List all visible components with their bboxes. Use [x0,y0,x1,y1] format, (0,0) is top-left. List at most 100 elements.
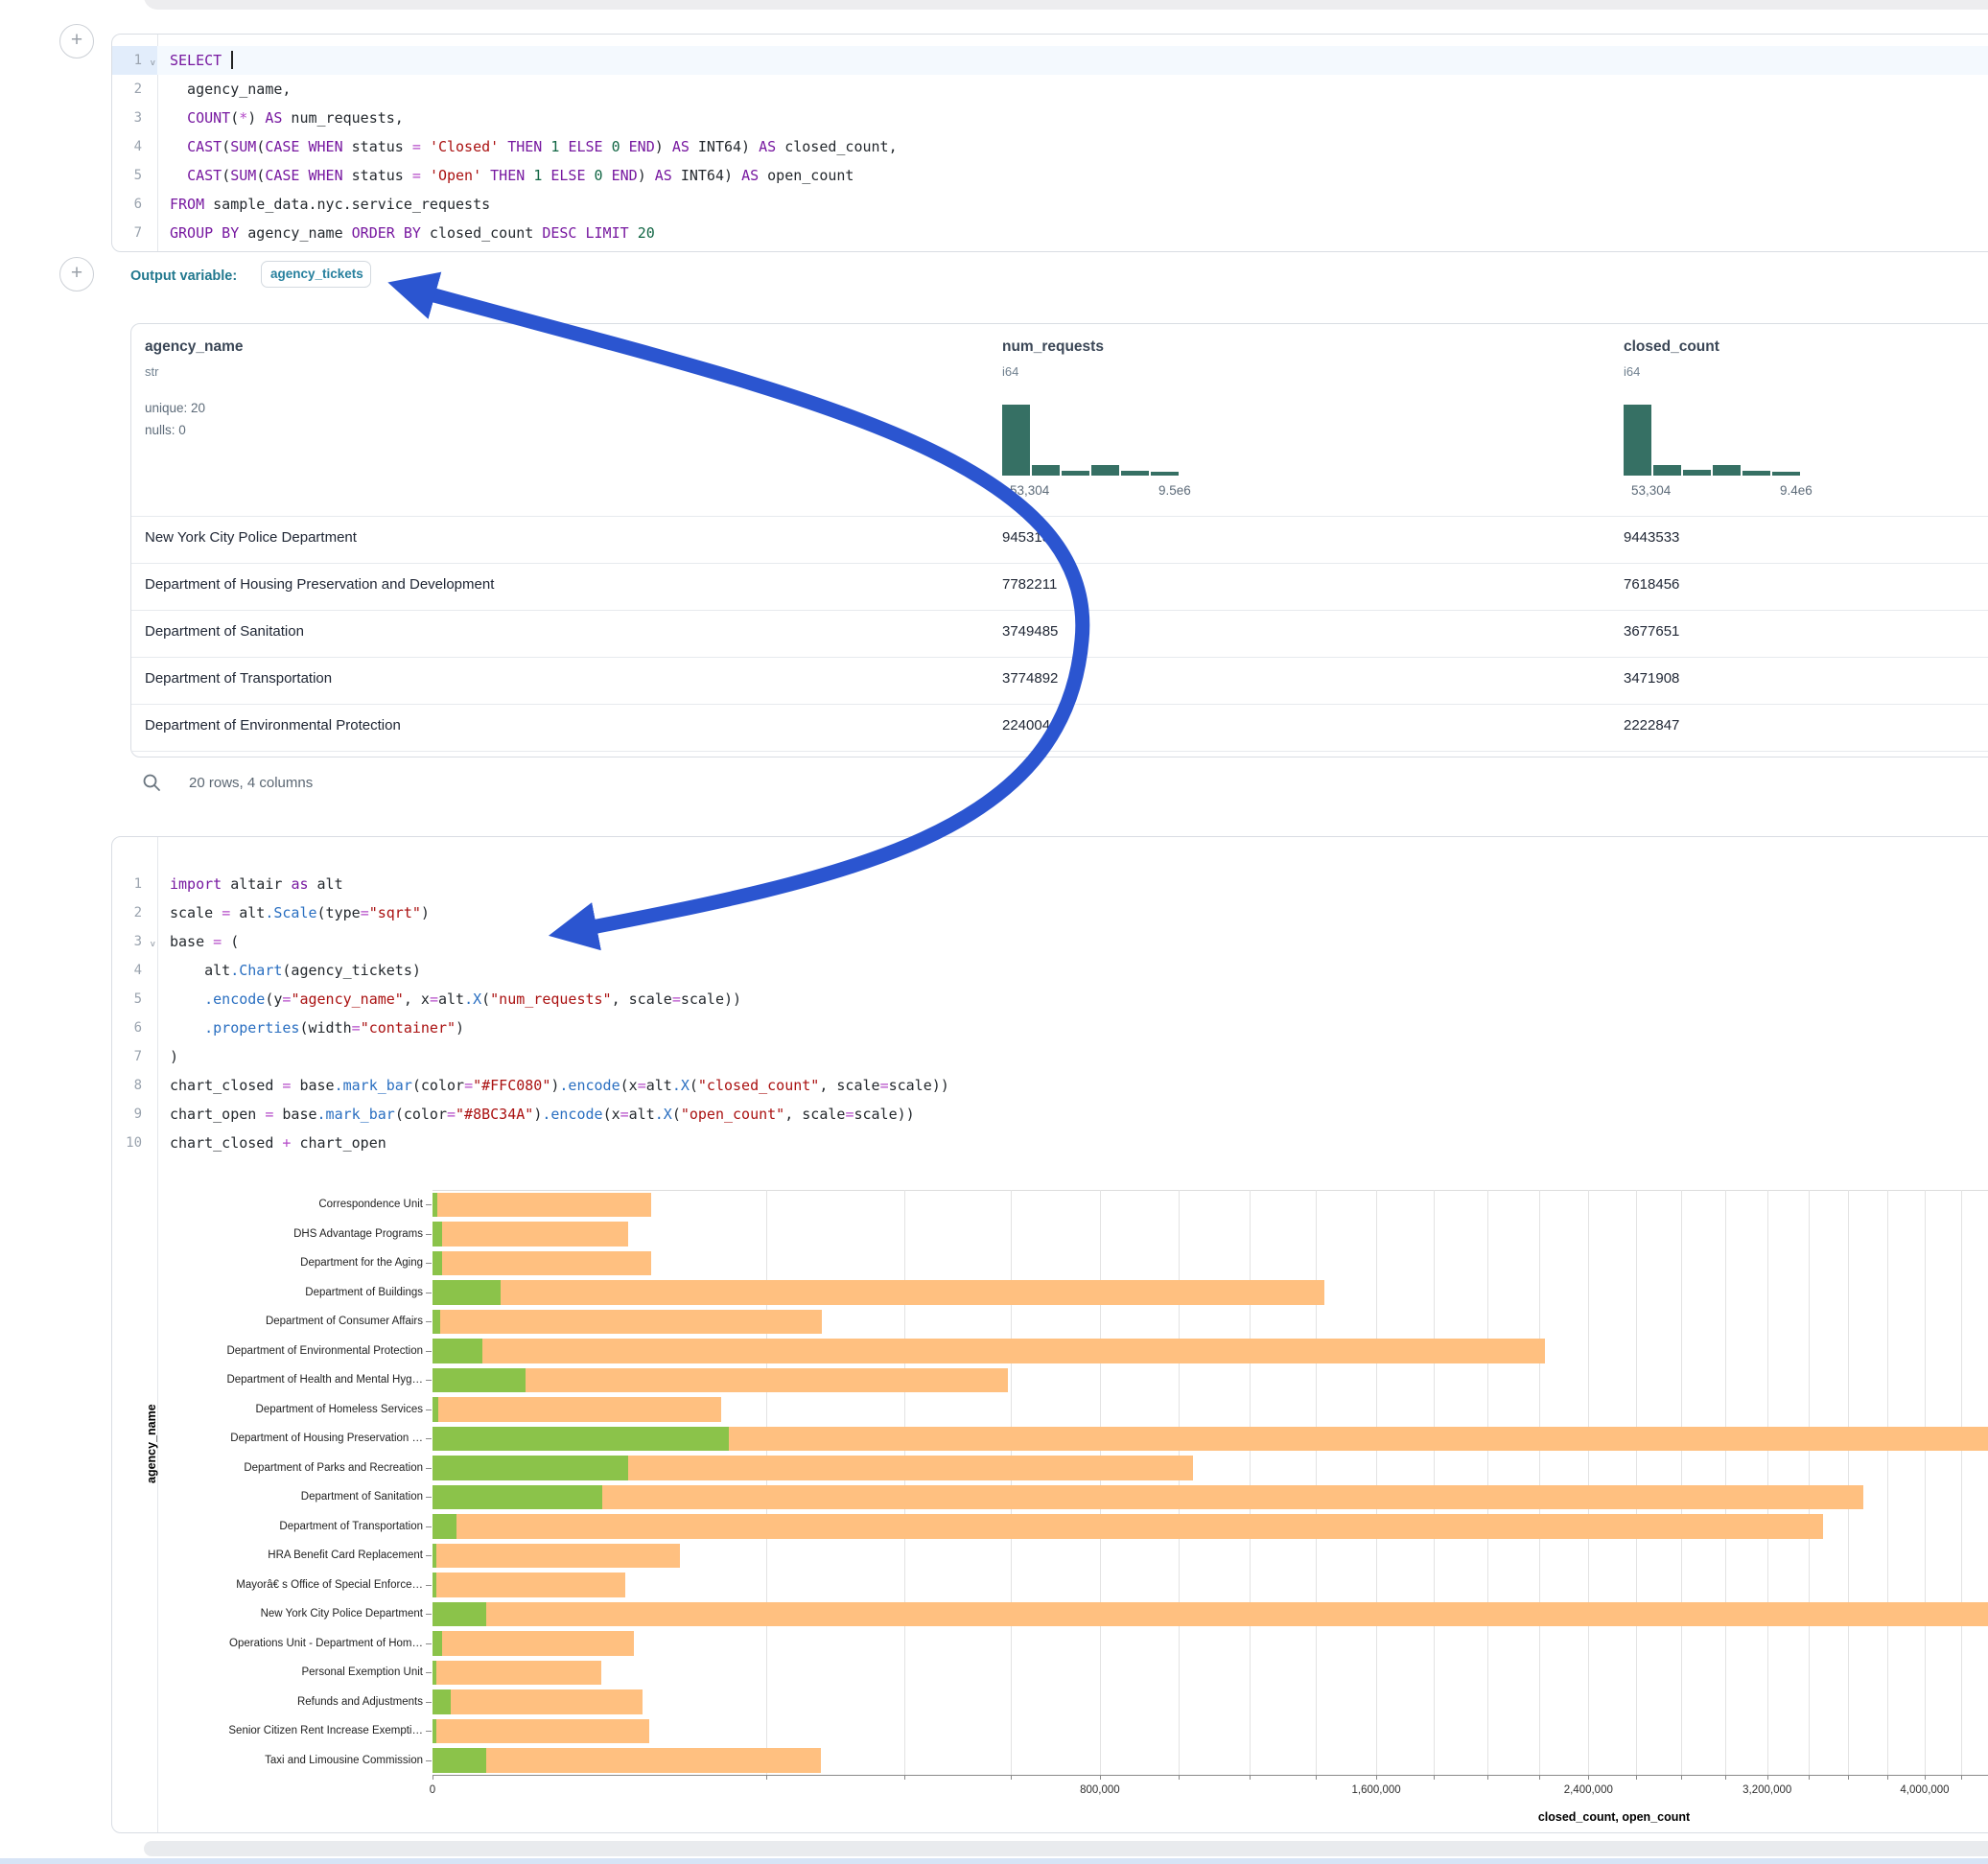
table-cell[interactable]: Department of Environmental Protection [145,717,401,734]
code-line[interactable]: 5 CAST(SUM(CASE WHEN status = 'Open' THE… [112,161,1988,190]
x-axis-title: closed_count, open_count [1538,1810,1690,1824]
code-text: import altair as alt [157,870,1988,898]
code-line[interactable]: 6FROM sample_data.nyc.service_requests [112,190,1988,219]
table-cell[interactable]: Department of Housing Preservation and D… [145,576,494,593]
code-line[interactable]: 8chart_closed = base.mark_bar(color="#FF… [112,1071,1988,1100]
column-stat-nulls: nulls: 0 [145,423,186,437]
histogram-bin [1653,465,1681,476]
code-text: SELECT [157,46,1988,75]
results-table: agency_name str unique: 20 nulls: 0 num_… [130,323,1988,757]
row-divider [131,610,1988,611]
histogram-closed-count [1624,401,1806,478]
column-type-closed-count: i64 [1624,364,1640,379]
line-number: 10 [112,1129,157,1157]
code-line[interactable]: 3vbase = ( [112,927,1988,956]
add-cell-button-middle[interactable]: + [59,257,94,291]
table-cell[interactable]: 9453131 [1002,529,1058,546]
histogram-bin [1062,471,1089,476]
code-line[interactable]: 9chart_open = base.mark_bar(color="#8BC3… [112,1100,1988,1129]
histogram-bin [1121,471,1149,476]
output-variable-label: Output variable: [130,268,237,284]
search-icon[interactable] [142,773,161,792]
line-number: 9 [112,1100,157,1129]
line-number: 4 [112,132,157,161]
table-cell[interactable]: 7618456 [1624,576,1679,593]
histogram-max-label-num-requests: 9.5e6 [1158,483,1191,498]
column-type-agency-name: str [145,364,158,379]
code-text: chart_closed = base.mark_bar(color="#FFC… [157,1071,1988,1100]
code-line[interactable]: 7) [112,1042,1988,1071]
histogram-bin [1032,465,1060,476]
next-cell-edge [144,1841,1988,1856]
line-number: 5 [112,161,157,190]
code-line[interactable]: 5 .encode(y="agency_name", x=alt.X("num_… [112,985,1988,1014]
code-line[interactable]: 1vSELECT [112,46,1988,75]
code-line[interactable]: 4 alt.Chart(agency_tickets) [112,956,1988,985]
line-number: 6 [112,1014,157,1042]
fold-chevron-icon[interactable]: v [151,49,155,78]
column-type-num-requests: i64 [1002,364,1018,379]
histogram-bin [1091,465,1119,476]
add-cell-button-top[interactable]: + [59,24,94,58]
code-line[interactable]: 3 COUNT(*) AS num_requests, [112,104,1988,132]
table-cell[interactable]: New York City Police Department [145,529,357,546]
line-number: 5 [112,985,157,1014]
histogram-bin [1772,472,1800,476]
code-text: chart_open = base.mark_bar(color="#8BC34… [157,1100,1988,1129]
line-number: 1v [112,46,157,75]
row-divider [131,751,1988,752]
histogram-num-requests [1002,401,1184,478]
code-line[interactable]: 2scale = alt.Scale(type="sqrt") [112,898,1988,927]
histogram-max-label-closed-count: 9.4e6 [1780,483,1813,498]
column-header-num-requests[interactable]: num_requests [1002,338,1104,356]
output-variable-pill[interactable]: agency_tickets [261,261,371,288]
code-text: CAST(SUM(CASE WHEN status = 'Open' THEN … [157,161,1988,190]
line-number: 2 [112,75,157,104]
column-header-agency-name[interactable]: agency_name [145,338,244,356]
histogram-bin [1742,471,1770,476]
table-cell[interactable]: 3677651 [1624,623,1679,640]
code-line[interactable]: 1import altair as alt [112,870,1988,898]
table-cell[interactable]: 9443533 [1624,529,1679,546]
histogram-bin [1683,470,1711,476]
python-code-editor[interactable]: 1import altair as alt2scale = alt.Scale(… [112,870,1988,1157]
table-cell[interactable]: 7782211 [1002,576,1057,593]
notebook-page: + + 1vSELECT 2 agency_name,3 COUNT(*) AS… [0,0,1988,1864]
table-cell[interactable]: 3749485 [1002,623,1058,640]
code-line[interactable]: 7GROUP BY agency_name ORDER BY closed_co… [112,219,1988,247]
table-cell[interactable]: 3471908 [1624,670,1679,687]
table-cell[interactable]: 2240041 [1002,717,1058,734]
row-divider [131,516,1988,517]
row-divider [131,704,1988,705]
histogram-bin [1713,465,1741,476]
sql-cell[interactable]: 1vSELECT 2 agency_name,3 COUNT(*) AS num… [111,34,1988,252]
code-text: chart_closed + chart_open [157,1129,1988,1157]
line-number: 1 [112,870,157,898]
code-text: CAST(SUM(CASE WHEN status = 'Closed' THE… [157,132,1988,161]
code-line[interactable]: 6 .properties(width="container") [112,1014,1988,1042]
table-cell[interactable]: Department of Sanitation [145,623,304,640]
table-row-count: 20 rows, 4 columns [189,775,313,791]
column-header-closed-count[interactable]: closed_count [1624,338,1719,356]
histogram-bin [1002,405,1030,476]
line-number: 3 [112,104,157,132]
code-text: GROUP BY agency_name ORDER BY closed_cou… [157,219,1988,247]
fold-chevron-icon[interactable]: v [151,930,155,959]
table-cell[interactable]: 2222847 [1624,717,1679,734]
code-line[interactable]: 2 agency_name, [112,75,1988,104]
previous-cell-edge [144,0,1988,10]
table-cell[interactable]: Department of Transportation [145,670,332,687]
line-number: 4 [112,956,157,985]
histogram-min-label-num-requests: 53,304 [1010,483,1049,498]
line-number: 7 [112,219,157,247]
row-divider [131,657,1988,658]
python-cell[interactable]: 1import altair as alt2scale = alt.Scale(… [111,836,1988,1833]
line-number: 3v [112,927,157,956]
code-text: COUNT(*) AS num_requests, [157,104,1988,132]
table-cell[interactable]: 3774892 [1002,670,1058,687]
code-line[interactable]: 4 CAST(SUM(CASE WHEN status = 'Closed' T… [112,132,1988,161]
code-text: FROM sample_data.nyc.service_requests [157,190,1988,219]
code-line[interactable]: 10chart_closed + chart_open [112,1129,1988,1157]
sql-code-editor[interactable]: 1vSELECT 2 agency_name,3 COUNT(*) AS num… [112,46,1988,247]
line-number: 2 [112,898,157,927]
